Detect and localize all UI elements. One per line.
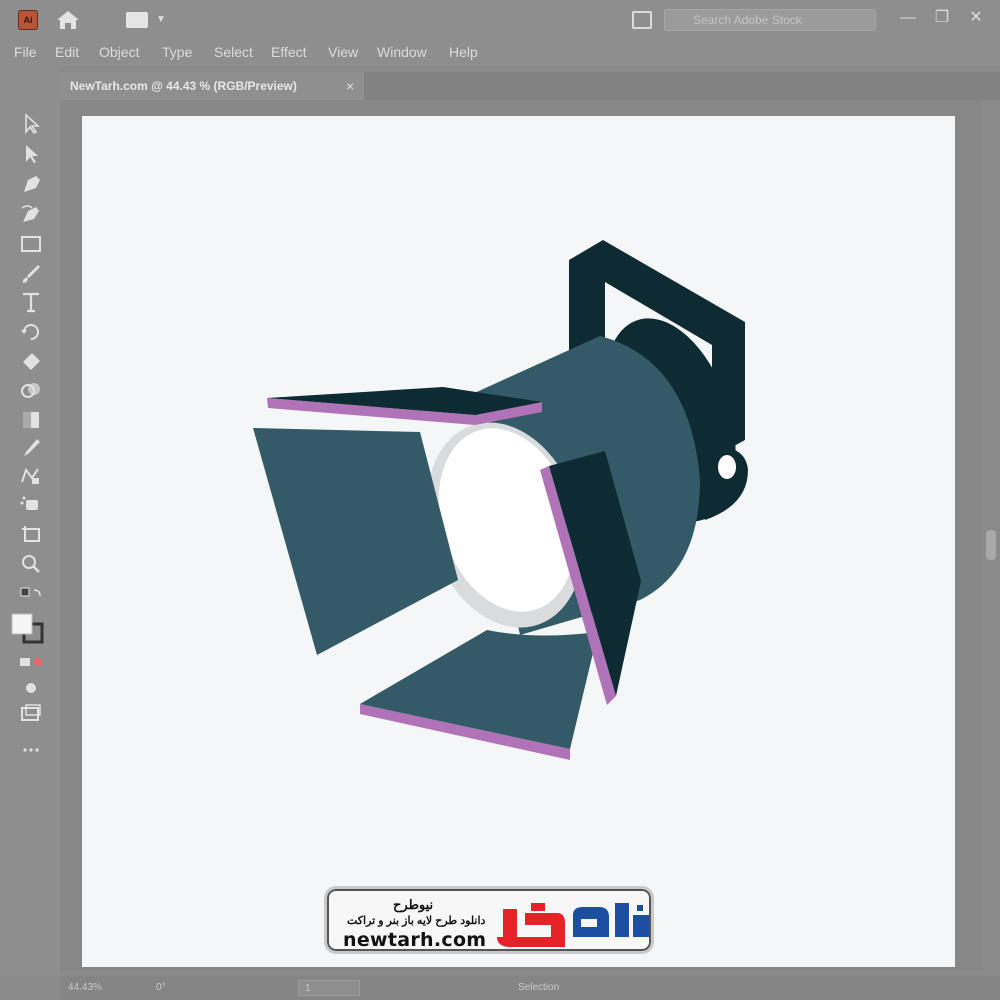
status-bar: 44.43% 0° 1 Selection (60, 976, 1000, 1000)
watermark-subtitle: دانلود طرح لایه باز بنر و تراکت (347, 915, 486, 927)
artboard-navigator[interactable]: 1 (298, 980, 360, 996)
spotlight-illustration[interactable] (0, 0, 1000, 1000)
vertical-scrollbar[interactable] (982, 100, 1000, 970)
rotate-view[interactable]: 0° (156, 982, 166, 993)
newtarh-logo-icon (497, 903, 649, 947)
zoom-level[interactable]: 44.43% (68, 982, 102, 993)
current-tool-mode: Selection (518, 982, 560, 993)
newtarh-watermark: نیوطرح دانلود طرح لایه باز بنر و تراکت n… (324, 886, 654, 954)
watermark-title: نیوطرح (393, 897, 434, 912)
watermark-url: newtarh.com (343, 929, 487, 951)
scrollbar-thumb[interactable] (986, 530, 996, 560)
